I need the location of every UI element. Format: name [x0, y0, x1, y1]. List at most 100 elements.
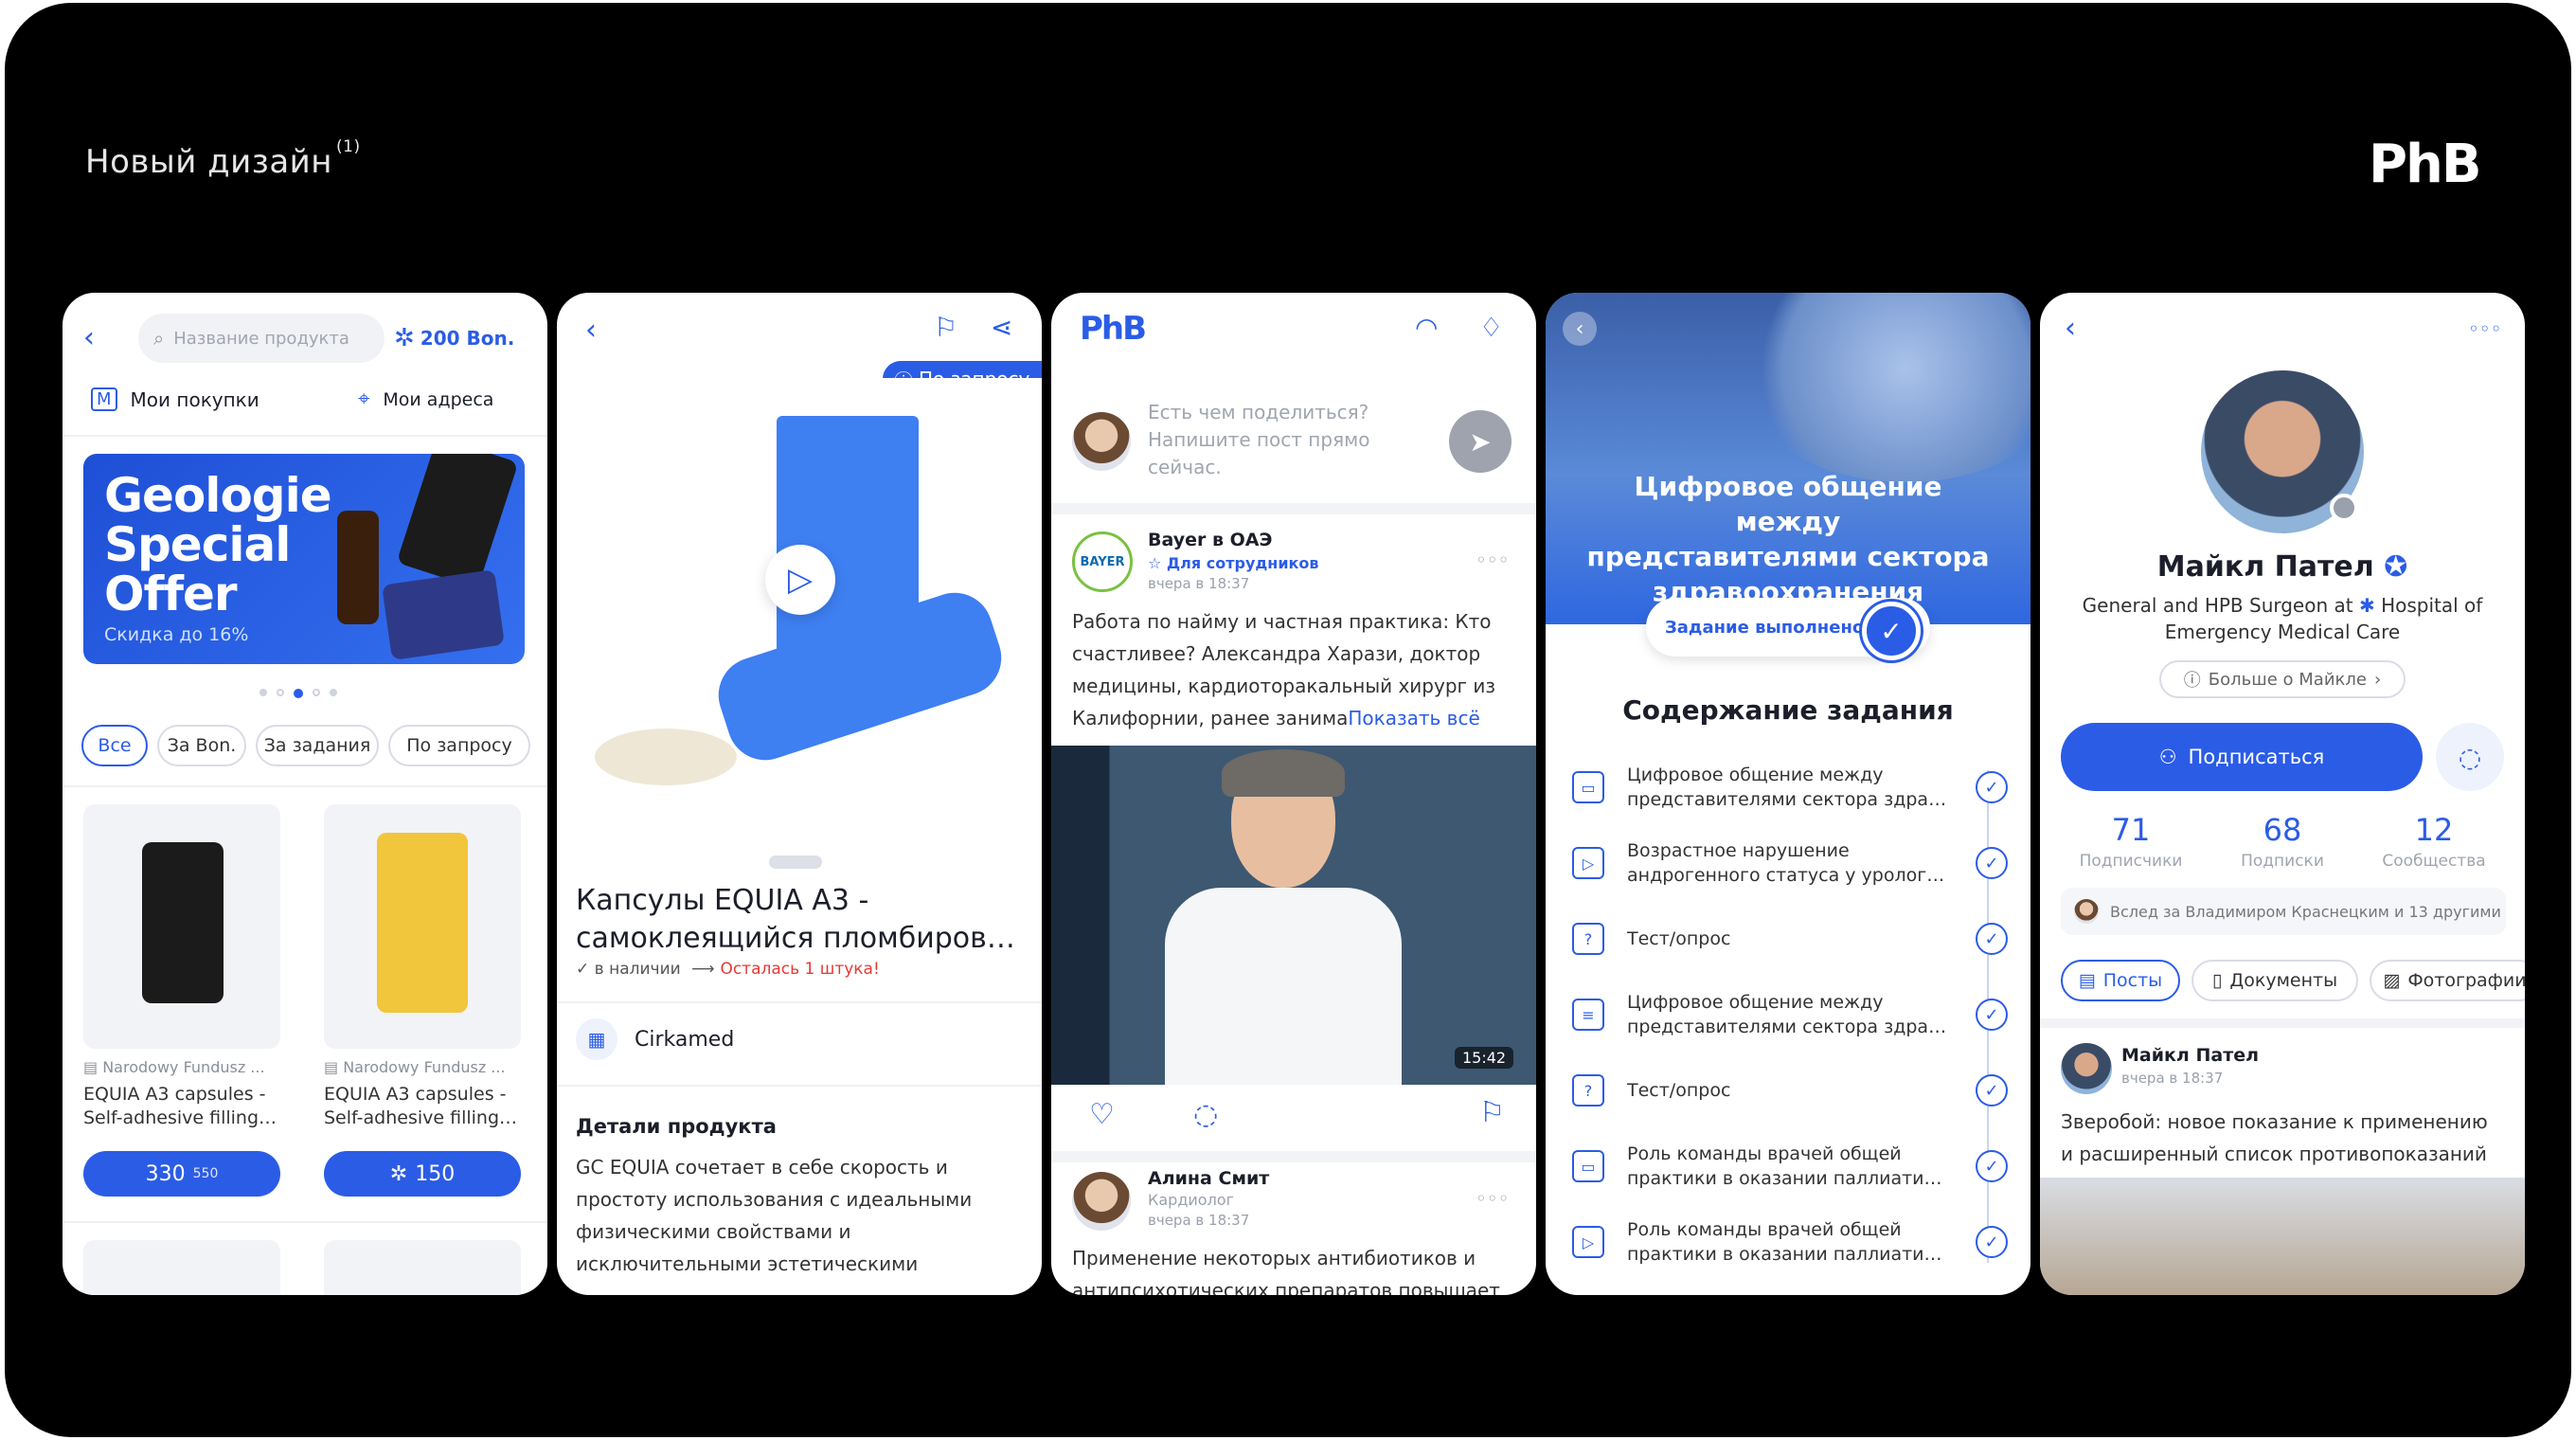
doctor-hair [1222, 749, 1345, 797]
post-text: Применение некоторых антибиотиков и антип… [1072, 1247, 1500, 1295]
chip-bon[interactable]: За Bon. [157, 725, 246, 766]
tab-documents[interactable]: ▯ Документы [2191, 960, 2358, 1001]
more-icon[interactable]: ◦◦◦ [1476, 549, 1509, 571]
slides-icon: ▭ [1572, 1150, 1604, 1182]
post-text: Работа по найму и частная практика: Кто с… [1072, 610, 1496, 729]
like-icon[interactable]: ♡ [1089, 1098, 1115, 1131]
check-icon: ✓ [1862, 602, 1921, 660]
check-icon: ✓ [576, 960, 590, 979]
followers-count[interactable]: 71 [2055, 812, 2207, 848]
pill-bottle-image [396, 454, 519, 589]
task-item[interactable]: ? Тест/опрос ✓ [1572, 901, 2008, 977]
communities-count[interactable]: 12 [2358, 812, 2510, 848]
screen-shop: ‹ ⌕ Название продукта ✲ 200 Bon. M Мои п… [63, 293, 547, 1295]
chip-on-request[interactable]: По запросу [388, 725, 530, 766]
post-audience: ☆ Для сотрудников [1148, 554, 1319, 572]
bookmark-icon[interactable]: ⚐ [934, 312, 957, 343]
post-author[interactable]: Майкл Пател [2121, 1045, 2259, 1066]
tab-posts[interactable]: ▤ Посты [2061, 960, 2180, 1001]
more-icon[interactable]: ◦◦◦ [2468, 317, 2501, 340]
task-item[interactable]: ≡ Цифровое общение между представителями с… [1572, 977, 2008, 1053]
check-icon: ✓ [1976, 1226, 2008, 1258]
task-item[interactable]: ▷ Роль команды врачей общей практики в ока… [1572, 1204, 2008, 1280]
doctor-coat [1165, 888, 1402, 1085]
avatar [2074, 899, 2099, 924]
seller-row[interactable]: ▦ Cirkamed [576, 1018, 734, 1060]
post-time: вчера в 18:37 [1148, 575, 1250, 592]
bookmark-icon[interactable]: ⚐ [1479, 1096, 1505, 1129]
search-input[interactable]: ⌕ Название продукта [138, 314, 385, 363]
check-icon: ✓ [1976, 847, 2008, 879]
following-label: Подписки [2241, 852, 2324, 871]
back-icon[interactable]: ‹ [83, 321, 95, 354]
product-video[interactable]: ▷ [557, 378, 1042, 842]
support-icon[interactable]: ◠ [1415, 312, 1438, 343]
product-name[interactable]: EQUIA A3 capsules - Self-adhesive filling… [324, 1083, 521, 1130]
quiz-icon: ? [1572, 923, 1604, 955]
chip-tasks[interactable]: За задания [256, 725, 379, 766]
post-author[interactable]: Bayer в ОАЭ [1148, 530, 1272, 550]
back-icon[interactable]: ‹ [585, 314, 597, 347]
post-image[interactable] [2040, 1178, 2525, 1295]
purchases-icon: M [91, 387, 117, 411]
message-icon[interactable]: ◌ [2436, 723, 2504, 791]
profile-bio: General and HPB Surgeon at ✱ Hospital of… [2082, 594, 2483, 643]
task-item[interactable]: ? Тест/опрос ✓ [1572, 1053, 2008, 1128]
search-placeholder: Название продукта [173, 328, 349, 349]
task-title: Цифровое общение между представителями се… [1586, 471, 1990, 607]
show-all-link[interactable]: Показать всё [1348, 707, 1479, 729]
document-icon: ▯ [2211, 970, 2223, 991]
price-button[interactable]: 330 550 [83, 1151, 280, 1197]
bonus-value: 200 Bon. [420, 327, 515, 350]
product-card-image[interactable] [324, 804, 521, 1049]
video-icon: ▷ [1572, 847, 1604, 879]
more-about-button[interactable]: ⓘ Больше о Майкле › [2159, 660, 2406, 698]
send-icon[interactable]: ➤ [1449, 410, 1512, 473]
availability: ✓ в наличии ⟶ Осталась 1 штука! [576, 960, 880, 979]
following-count[interactable]: 68 [2207, 812, 2358, 848]
bonus-icon: ✲ [389, 1161, 408, 1186]
my-purchases-label: Мои покупки [130, 387, 259, 411]
communities-label: Сообщества [2382, 852, 2486, 871]
pill-box-image [382, 569, 505, 660]
task-item[interactable]: ▭ Цифровое общение между представителями с… [1572, 749, 2008, 825]
banner-title: Geologie Special Offer [104, 468, 332, 621]
avatar [2061, 1043, 2112, 1094]
screen-feed: PhB ◠ ♢ Есть чем поделиться? Напишите пос… [1051, 293, 1536, 1295]
post-text: Зверобой: новое показание к применению и … [2061, 1110, 2488, 1165]
followed-by[interactable]: Вслед за Владимиром Краснецким и 13 друг… [2061, 888, 2506, 935]
avatar [1072, 412, 1131, 471]
bonus-balance[interactable]: ✲ 200 Bon. [394, 314, 514, 363]
video-thumbnail[interactable]: 15:42 [1051, 746, 1536, 1085]
chip-all[interactable]: Все [81, 725, 148, 766]
more-icon[interactable]: ◦◦◦ [1476, 1187, 1509, 1210]
my-addresses-link[interactable]: ⌖ Мои адреса [358, 387, 493, 411]
post-author[interactable]: Алина Смит [1148, 1168, 1269, 1189]
tab-photos[interactable]: ▨ Фотографии [2370, 960, 2525, 1001]
back-icon[interactable]: ‹ [2065, 312, 2076, 345]
task-item[interactable]: ▭ Роль команды врачей общей практики в ока… [1572, 1128, 2008, 1204]
comment-icon[interactable]: ◌ [1193, 1098, 1218, 1131]
composer-input[interactable]: Есть чем поделиться? Напишите пост прямо с… [1148, 399, 1369, 481]
back-icon[interactable]: ‹ [1563, 312, 1597, 346]
carousel-dots[interactable] [259, 689, 337, 698]
bell-icon[interactable]: ♢ [1479, 312, 1503, 343]
my-purchases-link[interactable]: M Мои покупки [91, 387, 259, 411]
promo-banner[interactable]: Geologie Special Offer Скидка до 16% [83, 454, 525, 664]
details-title: Детали продукта [576, 1115, 777, 1138]
banner-subtitle: Скидка до 16% [104, 624, 249, 645]
product-card-image[interactable] [324, 1240, 521, 1295]
product-seller: ▤ Narodowy Fundusz ... [324, 1058, 506, 1076]
location-pin-icon: ⌖ [358, 387, 370, 411]
price-bonus-button[interactable]: ✲ 150 [324, 1151, 521, 1197]
play-icon[interactable]: ▷ [765, 545, 835, 615]
task-item[interactable]: ▷ Возрастное нарушение андрогенного статус… [1572, 825, 2008, 901]
tablets-image [595, 729, 737, 785]
search-icon: ⌕ [153, 327, 165, 350]
share-icon[interactable]: ⋖ [991, 312, 1012, 343]
product-card-image[interactable] [83, 804, 280, 1049]
page-title: Новый дизайн (1) [85, 137, 361, 181]
subscribe-button[interactable]: ⚇ Подписаться [2061, 723, 2423, 791]
product-name[interactable]: EQUIA A3 capsules - Self-adhesive filling… [83, 1083, 280, 1130]
product-card-image[interactable] [83, 1240, 280, 1295]
